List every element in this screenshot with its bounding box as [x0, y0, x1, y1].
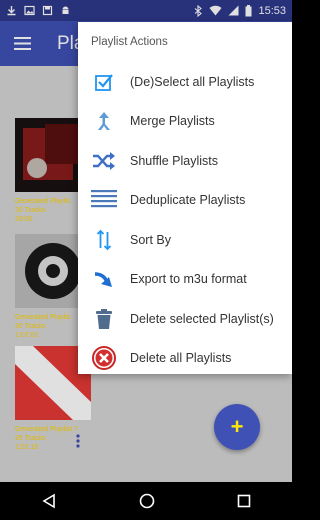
menu-item-deselect-all[interactable]: (De)Select all Playlists [78, 62, 292, 102]
trash-icon [96, 308, 112, 329]
menu-item-label: Shuffle Playlists [130, 153, 219, 168]
menu-item-delete-selected[interactable]: Delete selected Playlist(s) [78, 299, 292, 339]
menu-item-label: (De)Select all Playlists [130, 74, 255, 89]
menu-item-merge[interactable]: Merge Playlists [78, 102, 292, 142]
menu-header: Playlist Actions [91, 36, 168, 48]
menu-item-label: Merge Playlists [130, 114, 215, 129]
menu-item-deduplicate[interactable]: Deduplicate Playlists [78, 181, 292, 221]
red-x-icon [92, 346, 116, 371]
system-nav-bar [0, 482, 292, 520]
menu-item-label: Delete all Playlists [130, 351, 232, 366]
menu-item-delete-all[interactable]: Delete all Playlists [78, 339, 292, 379]
merge-icon [98, 112, 110, 131]
menu-item-shuffle[interactable]: Shuffle Playlists [78, 141, 292, 181]
sort-arrows-icon [96, 229, 112, 251]
app-screen: 15:53 Pla Generated Playlis 20 Tracks 29… [0, 0, 292, 520]
list-lines-icon [91, 190, 117, 208]
menu-item-label: Delete selected Playlist(s) [130, 311, 274, 326]
checkbox-icon [95, 74, 113, 91]
export-arrow-icon [94, 272, 112, 288]
menu-item-export-m3u[interactable]: Export to m3u format [78, 260, 292, 300]
playlist-actions-menu: Playlist Actions (De)Select all Playlist… [78, 22, 292, 374]
shuffle-icon [93, 151, 115, 170]
menu-item-sort-by[interactable]: Sort By [78, 220, 292, 260]
recents-icon[interactable] [237, 494, 251, 508]
menu-item-label: Sort By [130, 232, 171, 247]
home-icon[interactable] [139, 493, 155, 509]
menu-item-label: Export to m3u format [130, 272, 247, 287]
back-icon[interactable] [41, 493, 57, 509]
add-playlist-fab[interactable]: + [214, 404, 260, 450]
menu-item-label: Deduplicate Playlists [130, 193, 246, 208]
